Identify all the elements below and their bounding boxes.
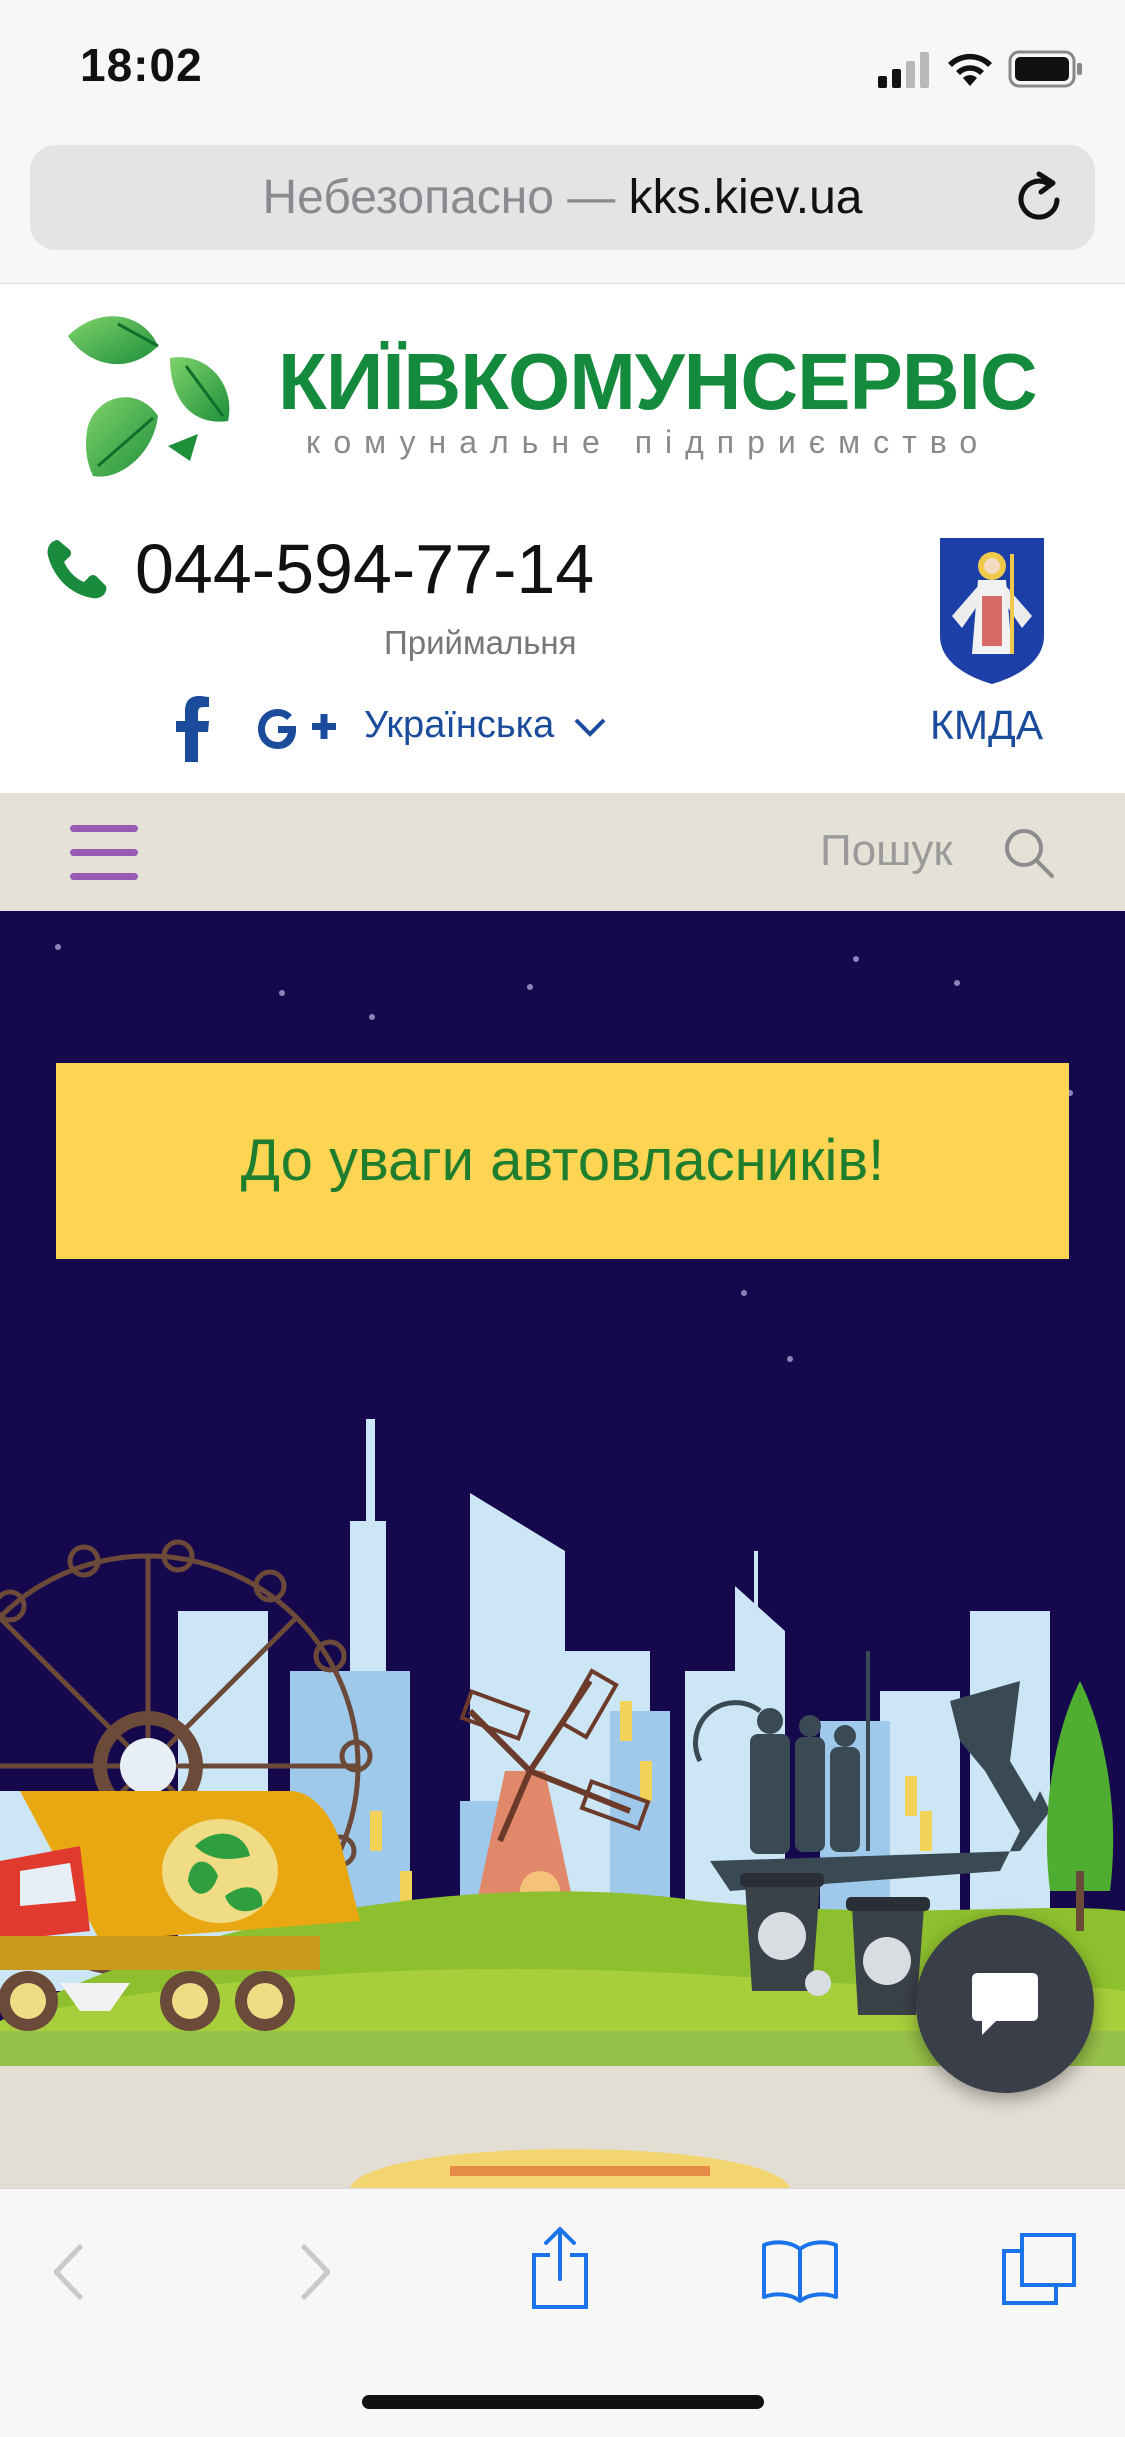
signal-icon xyxy=(878,52,929,88)
status-bar: 18:02 xyxy=(0,0,1125,135)
search-input[interactable]: Пошук xyxy=(820,826,953,876)
site-header: КИЇВКОМУНСЕРВІС комунальне підприємство … xyxy=(0,283,1125,794)
reload-icon[interactable] xyxy=(1011,170,1067,226)
phone-label: Приймальня xyxy=(384,624,577,661)
brand-subtitle: комунальне підприємство xyxy=(306,424,991,460)
chat-icon xyxy=(972,1973,1038,2035)
facebook-icon[interactable] xyxy=(176,696,210,762)
partial-illustration xyxy=(350,2149,790,2188)
tabs-icon[interactable] xyxy=(1000,2231,1078,2307)
brand-name[interactable]: КИЇВКОМУНСЕРВІС xyxy=(278,336,1038,428)
announcement-banner[interactable]: До уваги автовласників! xyxy=(56,1063,1069,1259)
wifi-icon xyxy=(948,53,992,86)
language-label: Українська xyxy=(364,704,555,746)
back-icon[interactable] xyxy=(48,2241,88,2303)
bookmarks-icon[interactable] xyxy=(760,2237,840,2303)
address-bar[interactable]: Небезопасно — kks.kiev.ua xyxy=(30,145,1095,250)
home-indicator xyxy=(362,2395,764,2409)
recycle-logo-icon[interactable] xyxy=(58,306,240,486)
hamburger-menu-icon[interactable] xyxy=(70,823,140,883)
language-selector[interactable]: Українська xyxy=(364,704,607,747)
nav-bar: Пошук xyxy=(0,793,1125,911)
url-security-prefix: Небезопасно — xyxy=(262,171,629,224)
announcement-text: До уваги автовласників! xyxy=(240,1128,885,1193)
phone-number[interactable]: 044-594-77-14 xyxy=(135,529,594,609)
share-icon[interactable] xyxy=(528,2225,592,2311)
kmda-link[interactable]: КМДА xyxy=(930,702,1043,749)
kyiv-coat-of-arms-icon[interactable] xyxy=(938,536,1046,686)
phone-icon[interactable] xyxy=(44,536,110,602)
google-plus-icon[interactable] xyxy=(252,699,340,759)
content-section xyxy=(0,2066,1125,2188)
url-display[interactable]: Небезопасно — kks.kiev.ua xyxy=(30,145,1095,250)
battery-icon xyxy=(1008,50,1082,88)
hero-banner: До уваги автовласників! xyxy=(0,911,1125,2066)
search-icon[interactable] xyxy=(1002,826,1056,880)
chevron-down-icon xyxy=(574,718,606,737)
status-time: 18:02 xyxy=(80,39,203,91)
chat-button[interactable] xyxy=(916,1915,1094,2093)
url-host: kks.kiev.ua xyxy=(628,171,863,224)
forward-icon[interactable] xyxy=(296,2241,336,2303)
